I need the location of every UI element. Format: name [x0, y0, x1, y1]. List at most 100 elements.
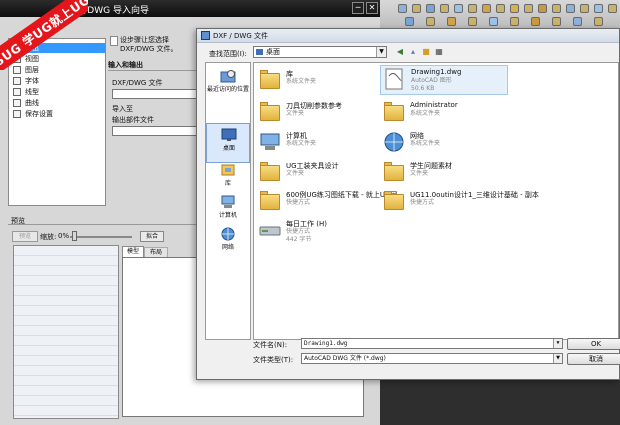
toolbar-tool-icon[interactable] — [510, 4, 519, 13]
import-to-label: 导入至 — [112, 105, 133, 113]
network-icon — [221, 227, 235, 241]
step-item-save-settings[interactable]: 保存设置 — [11, 109, 105, 119]
chevron-down-icon[interactable]: ▼ — [376, 47, 386, 57]
tab-model[interactable]: 模型 — [122, 246, 144, 257]
step-icon — [13, 66, 21, 74]
file-type: 快捷方式 — [410, 199, 435, 206]
step-label: 输出 — [25, 44, 39, 52]
place-recent[interactable]: 最近访问的位置 — [206, 65, 250, 105]
section-divider — [108, 70, 200, 71]
computer-icon — [221, 195, 235, 208]
file-item-folder[interactable]: 刀具切削参数参考 文件夹 — [256, 99, 384, 127]
dxf-file-label: DXF/DWG 文件 — [112, 79, 163, 87]
step-icon — [13, 110, 21, 118]
toolbar-tool-icon[interactable] — [398, 4, 407, 13]
view-menu-icon[interactable]: ▦ — [434, 47, 444, 57]
folder-icon — [382, 161, 406, 183]
file-item-drawing1[interactable]: Drawing1.dwg AutoCAD 图形 50.6 KB — [380, 65, 508, 95]
description-icon — [110, 36, 118, 46]
cancel-button[interactable]: 取消 — [567, 353, 620, 365]
scale-slider-track[interactable] — [70, 236, 132, 238]
scale-slider-thumb[interactable] — [72, 231, 77, 241]
file-item-folder[interactable]: UG工装夹具设计 文件夹 — [256, 159, 384, 187]
preview-button[interactable]: 预览 — [12, 231, 38, 242]
toolbar-tool-icon[interactable] — [552, 17, 561, 26]
toolbar-tool-icon[interactable] — [580, 4, 589, 13]
toolbar-tool-icon[interactable] — [440, 4, 449, 13]
tab-layout[interactable]: 布局 — [144, 247, 168, 257]
step-item-view[interactable]: 视图 — [11, 54, 105, 64]
toolbar-tool-icon[interactable] — [566, 4, 575, 13]
output-file-label: 输出部件文件 — [112, 116, 154, 124]
filename-input[interactable]: Drawing1.dwg ▼ — [301, 338, 563, 349]
toolbar-tool-icon[interactable] — [573, 17, 582, 26]
step-item-font[interactable]: 字体 — [11, 76, 105, 86]
step-icon — [13, 55, 21, 63]
step-label: 保存设置 — [25, 110, 53, 118]
toolbar-tool-icon[interactable] — [531, 17, 540, 26]
chevron-down-icon[interactable]: ▼ — [553, 339, 562, 348]
toolbar-tool-icon[interactable] — [482, 4, 491, 13]
toolbar-tool-icon[interactable] — [496, 4, 505, 13]
step-item-output[interactable]: 输出 — [11, 43, 105, 53]
step-icon — [13, 88, 21, 96]
filename-label: 文件名(N): — [253, 341, 288, 349]
step-item-curve[interactable]: 曲线 — [11, 98, 105, 108]
output-file-input[interactable] — [112, 126, 200, 136]
toolbar-tool-icon[interactable] — [594, 17, 603, 26]
dwg-file-icon — [385, 68, 403, 90]
toolbar-tool-icon[interactable] — [426, 4, 435, 13]
toolbar-tool-icon[interactable] — [405, 17, 414, 26]
ok-button[interactable]: OK — [567, 338, 620, 350]
dxf-file-input[interactable] — [112, 89, 200, 99]
place-desktop[interactable]: 桌面 — [206, 123, 250, 163]
file-item-libraries[interactable]: 库 系统文件夹 — [256, 67, 384, 95]
back-icon[interactable]: ◀ — [395, 47, 405, 57]
toolbar-tool-icon[interactable] — [538, 4, 547, 13]
dialog-app-icon — [201, 31, 210, 40]
toolbar-tool-icon[interactable] — [412, 4, 421, 13]
toolbar-tool-icon[interactable] — [608, 4, 617, 13]
up-folder-icon[interactable]: ▴ — [408, 47, 418, 57]
file-name: Drawing1.dwg — [411, 68, 462, 76]
dialog-title-bar: DXF / DWG 文件 — [197, 29, 619, 43]
step-label: 字体 — [25, 77, 39, 85]
file-item-folder[interactable]: 学生问题素材 文件夹 — [380, 159, 508, 187]
filetype-select[interactable]: AutoCAD DWG 文件 (*.dwg) ▼ — [301, 353, 563, 364]
toolbar-tool-icon[interactable] — [489, 17, 498, 26]
new-folder-icon[interactable]: ■ — [421, 47, 431, 57]
step-item-layer[interactable]: 图层 — [11, 65, 105, 75]
toolbar-tool-icon[interactable] — [594, 4, 603, 13]
file-size: 50.6 KB — [411, 85, 435, 92]
file-type: 快捷方式 — [286, 199, 311, 206]
toolbar-tool-icon[interactable] — [524, 4, 533, 13]
place-label: 最近访问的位置 — [206, 86, 249, 93]
file-item-shortcut[interactable]: 600例UG练习图纸下载 - 就上UG网 快捷方式 — [256, 188, 397, 216]
file-item-administrator[interactable]: Administrator 系统文件夹 — [380, 99, 508, 127]
toolbar-tool-icon[interactable] — [552, 4, 561, 13]
preview-layer-list[interactable] — [13, 245, 119, 419]
drive-shortcut-icon — [259, 226, 281, 236]
fit-button[interactable]: 拟合 — [140, 231, 164, 242]
toolbar-tool-icon[interactable] — [468, 17, 477, 26]
place-label: 网络 — [221, 244, 234, 251]
file-item-drive-shortcut[interactable]: 每日工作 (H) 快捷方式 442 字节 — [256, 217, 384, 247]
minimize-button[interactable]: ─ — [352, 2, 364, 14]
chevron-down-icon[interactable]: ▼ — [553, 354, 562, 363]
toolbar-tool-icon[interactable] — [426, 17, 435, 26]
computer-icon — [260, 133, 280, 150]
step-item-linetype[interactable]: 线型 — [11, 87, 105, 97]
folder-icon — [258, 101, 282, 123]
file-item-shortcut[interactable]: UG11.0outin设计1_三维设计基础 - 副本 快捷方式 — [380, 188, 539, 216]
toolbar-tool-icon[interactable] — [510, 17, 519, 26]
toolbar-tool-icon[interactable] — [454, 4, 463, 13]
look-in-dropdown[interactable]: 桌面 ▼ — [253, 46, 387, 58]
user-folder-icon — [382, 101, 406, 123]
wizard-title-bar: DXF/DWG 导入向导 ─ ✕ — [0, 0, 380, 17]
toolbar-tool-icon[interactable] — [468, 4, 477, 13]
place-network[interactable]: 网络 — [206, 223, 250, 263]
file-item-computer[interactable]: 计算机 系统文件夹 — [256, 129, 384, 157]
file-item-network[interactable]: 网络 系统文件夹 — [380, 129, 508, 157]
toolbar-tool-icon[interactable] — [447, 17, 456, 26]
close-button[interactable]: ✕ — [366, 2, 378, 14]
